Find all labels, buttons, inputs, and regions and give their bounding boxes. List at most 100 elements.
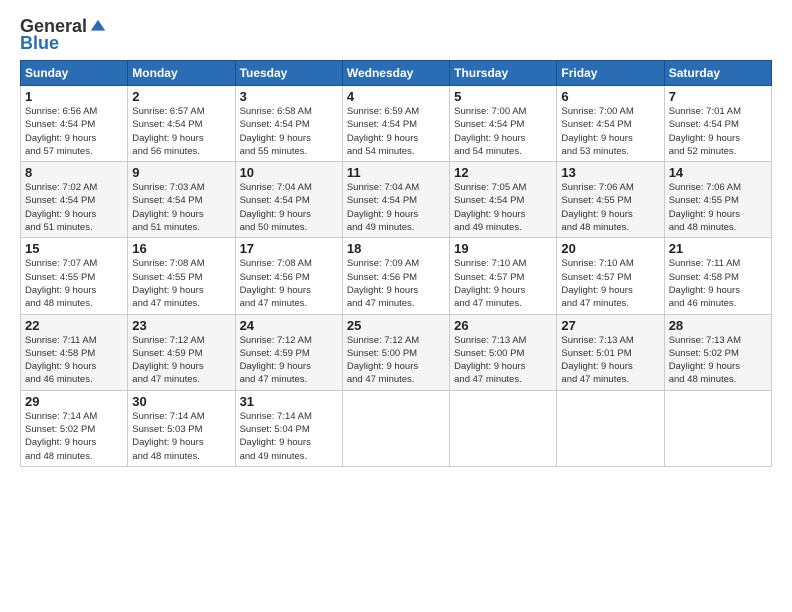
header: General Blue: [20, 16, 772, 54]
day-number: 7: [669, 89, 767, 104]
calendar-cell: 30Sunrise: 7:14 AM Sunset: 5:03 PM Dayli…: [128, 390, 235, 466]
calendar-cell: 13Sunrise: 7:06 AM Sunset: 4:55 PM Dayli…: [557, 162, 664, 238]
calendar-cell: 8Sunrise: 7:02 AM Sunset: 4:54 PM Daylig…: [21, 162, 128, 238]
header-day-monday: Monday: [128, 61, 235, 86]
week-row-4: 22Sunrise: 7:11 AM Sunset: 4:58 PM Dayli…: [21, 314, 772, 390]
day-info: Sunrise: 7:07 AM Sunset: 4:55 PM Dayligh…: [25, 257, 123, 310]
calendar-cell: 11Sunrise: 7:04 AM Sunset: 4:54 PM Dayli…: [342, 162, 449, 238]
calendar-cell: 25Sunrise: 7:12 AM Sunset: 5:00 PM Dayli…: [342, 314, 449, 390]
calendar-cell: 1Sunrise: 6:56 AM Sunset: 4:54 PM Daylig…: [21, 86, 128, 162]
calendar-cell: 21Sunrise: 7:11 AM Sunset: 4:58 PM Dayli…: [664, 238, 771, 314]
calendar-cell: 6Sunrise: 7:00 AM Sunset: 4:54 PM Daylig…: [557, 86, 664, 162]
calendar-table: SundayMondayTuesdayWednesdayThursdayFrid…: [20, 60, 772, 467]
day-number: 20: [561, 241, 659, 256]
day-number: 3: [240, 89, 338, 104]
day-number: 6: [561, 89, 659, 104]
calendar-cell: 3Sunrise: 6:58 AM Sunset: 4:54 PM Daylig…: [235, 86, 342, 162]
day-number: 19: [454, 241, 552, 256]
calendar-cell: 14Sunrise: 7:06 AM Sunset: 4:55 PM Dayli…: [664, 162, 771, 238]
logo-icon: [89, 18, 107, 36]
day-info: Sunrise: 7:10 AM Sunset: 4:57 PM Dayligh…: [454, 257, 552, 310]
calendar-cell: 5Sunrise: 7:00 AM Sunset: 4:54 PM Daylig…: [450, 86, 557, 162]
calendar-cell: 15Sunrise: 7:07 AM Sunset: 4:55 PM Dayli…: [21, 238, 128, 314]
day-number: 18: [347, 241, 445, 256]
calendar-cell: 29Sunrise: 7:14 AM Sunset: 5:02 PM Dayli…: [21, 390, 128, 466]
day-number: 14: [669, 165, 767, 180]
day-info: Sunrise: 6:56 AM Sunset: 4:54 PM Dayligh…: [25, 105, 123, 158]
day-info: Sunrise: 7:04 AM Sunset: 4:54 PM Dayligh…: [240, 181, 338, 234]
day-info: Sunrise: 7:06 AM Sunset: 4:55 PM Dayligh…: [669, 181, 767, 234]
calendar-cell: 31Sunrise: 7:14 AM Sunset: 5:04 PM Dayli…: [235, 390, 342, 466]
day-info: Sunrise: 7:14 AM Sunset: 5:03 PM Dayligh…: [132, 410, 230, 463]
day-info: Sunrise: 7:12 AM Sunset: 4:59 PM Dayligh…: [132, 334, 230, 387]
day-number: 21: [669, 241, 767, 256]
day-number: 10: [240, 165, 338, 180]
day-number: 28: [669, 318, 767, 333]
day-info: Sunrise: 6:57 AM Sunset: 4:54 PM Dayligh…: [132, 105, 230, 158]
header-day-saturday: Saturday: [664, 61, 771, 86]
day-info: Sunrise: 7:11 AM Sunset: 4:58 PM Dayligh…: [25, 334, 123, 387]
header-day-thursday: Thursday: [450, 61, 557, 86]
day-info: Sunrise: 7:08 AM Sunset: 4:55 PM Dayligh…: [132, 257, 230, 310]
calendar-cell: 17Sunrise: 7:08 AM Sunset: 4:56 PM Dayli…: [235, 238, 342, 314]
day-info: Sunrise: 7:03 AM Sunset: 4:54 PM Dayligh…: [132, 181, 230, 234]
day-number: 25: [347, 318, 445, 333]
day-number: 16: [132, 241, 230, 256]
week-row-5: 29Sunrise: 7:14 AM Sunset: 5:02 PM Dayli…: [21, 390, 772, 466]
day-info: Sunrise: 7:13 AM Sunset: 5:00 PM Dayligh…: [454, 334, 552, 387]
calendar-cell: [342, 390, 449, 466]
day-info: Sunrise: 7:05 AM Sunset: 4:54 PM Dayligh…: [454, 181, 552, 234]
calendar-cell: 19Sunrise: 7:10 AM Sunset: 4:57 PM Dayli…: [450, 238, 557, 314]
calendar-cell: 22Sunrise: 7:11 AM Sunset: 4:58 PM Dayli…: [21, 314, 128, 390]
day-number: 12: [454, 165, 552, 180]
day-number: 11: [347, 165, 445, 180]
day-number: 23: [132, 318, 230, 333]
day-number: 1: [25, 89, 123, 104]
calendar-cell: 23Sunrise: 7:12 AM Sunset: 4:59 PM Dayli…: [128, 314, 235, 390]
day-number: 31: [240, 394, 338, 409]
day-number: 2: [132, 89, 230, 104]
week-row-3: 15Sunrise: 7:07 AM Sunset: 4:55 PM Dayli…: [21, 238, 772, 314]
day-number: 26: [454, 318, 552, 333]
day-info: Sunrise: 7:00 AM Sunset: 4:54 PM Dayligh…: [454, 105, 552, 158]
day-number: 29: [25, 394, 123, 409]
calendar-cell: 9Sunrise: 7:03 AM Sunset: 4:54 PM Daylig…: [128, 162, 235, 238]
logo-blue-text: Blue: [20, 33, 59, 54]
day-number: 27: [561, 318, 659, 333]
day-info: Sunrise: 7:14 AM Sunset: 5:04 PM Dayligh…: [240, 410, 338, 463]
day-number: 30: [132, 394, 230, 409]
calendar-cell: 20Sunrise: 7:10 AM Sunset: 4:57 PM Dayli…: [557, 238, 664, 314]
header-day-wednesday: Wednesday: [342, 61, 449, 86]
header-day-sunday: Sunday: [21, 61, 128, 86]
day-number: 13: [561, 165, 659, 180]
day-number: 9: [132, 165, 230, 180]
header-day-tuesday: Tuesday: [235, 61, 342, 86]
calendar-cell: 10Sunrise: 7:04 AM Sunset: 4:54 PM Dayli…: [235, 162, 342, 238]
day-number: 17: [240, 241, 338, 256]
day-info: Sunrise: 7:00 AM Sunset: 4:54 PM Dayligh…: [561, 105, 659, 158]
day-info: Sunrise: 7:14 AM Sunset: 5:02 PM Dayligh…: [25, 410, 123, 463]
day-info: Sunrise: 7:08 AM Sunset: 4:56 PM Dayligh…: [240, 257, 338, 310]
day-number: 24: [240, 318, 338, 333]
day-info: Sunrise: 7:12 AM Sunset: 5:00 PM Dayligh…: [347, 334, 445, 387]
calendar-cell: 26Sunrise: 7:13 AM Sunset: 5:00 PM Dayli…: [450, 314, 557, 390]
day-info: Sunrise: 7:09 AM Sunset: 4:56 PM Dayligh…: [347, 257, 445, 310]
calendar-page: General Blue SundayMondayTuesdayWednesda…: [0, 0, 792, 477]
calendar-cell: [450, 390, 557, 466]
header-day-friday: Friday: [557, 61, 664, 86]
calendar-cell: [664, 390, 771, 466]
day-number: 5: [454, 89, 552, 104]
calendar-cell: 24Sunrise: 7:12 AM Sunset: 4:59 PM Dayli…: [235, 314, 342, 390]
day-info: Sunrise: 7:02 AM Sunset: 4:54 PM Dayligh…: [25, 181, 123, 234]
day-info: Sunrise: 7:11 AM Sunset: 4:58 PM Dayligh…: [669, 257, 767, 310]
day-info: Sunrise: 7:10 AM Sunset: 4:57 PM Dayligh…: [561, 257, 659, 310]
calendar-cell: 28Sunrise: 7:13 AM Sunset: 5:02 PM Dayli…: [664, 314, 771, 390]
day-info: Sunrise: 7:12 AM Sunset: 4:59 PM Dayligh…: [240, 334, 338, 387]
day-number: 8: [25, 165, 123, 180]
day-number: 15: [25, 241, 123, 256]
logo: General Blue: [20, 16, 107, 54]
calendar-cell: [557, 390, 664, 466]
calendar-cell: 18Sunrise: 7:09 AM Sunset: 4:56 PM Dayli…: [342, 238, 449, 314]
header-row: SundayMondayTuesdayWednesdayThursdayFrid…: [21, 61, 772, 86]
week-row-1: 1Sunrise: 6:56 AM Sunset: 4:54 PM Daylig…: [21, 86, 772, 162]
